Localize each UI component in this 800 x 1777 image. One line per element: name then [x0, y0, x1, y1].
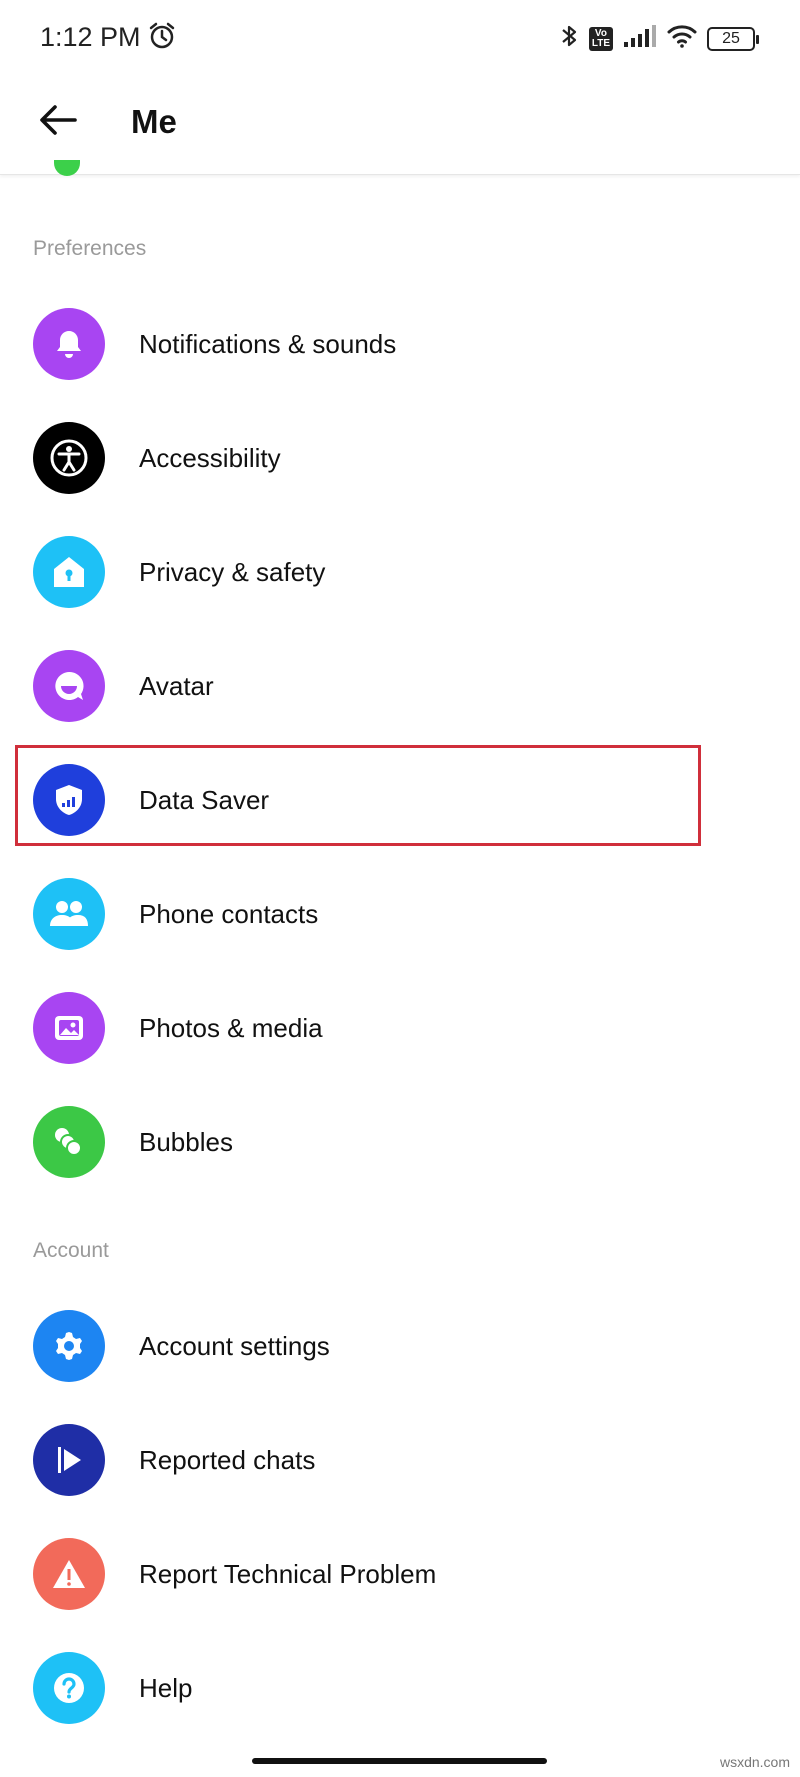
wifi-icon: [667, 24, 697, 53]
menu-item-label: Photos & media: [139, 1012, 323, 1043]
menu-item-label: Notifications & sounds: [139, 328, 397, 359]
status-time: 1:12 PM: [40, 22, 141, 52]
menu-item-bubbles[interactable]: Bubbles: [0, 1085, 800, 1199]
warning-icon: [33, 1538, 105, 1610]
bubbles-icon: [33, 1106, 105, 1178]
menu-item-reported-chats[interactable]: Reported chats: [0, 1403, 800, 1517]
accessibility-icon: [33, 422, 105, 494]
back-button[interactable]: [34, 98, 82, 146]
menu-item-account-settings[interactable]: Account settings: [0, 1289, 800, 1403]
menu-item-label: Data Saver: [139, 784, 270, 815]
battery-indicator: 25: [707, 26, 759, 51]
menu-item-avatar[interactable]: Avatar: [0, 629, 800, 743]
menu-item-help[interactable]: Help: [0, 1631, 800, 1745]
home-indicator[interactable]: [252, 1758, 547, 1764]
contacts-icon: [33, 878, 105, 950]
menu-item-label: Accessibility: [139, 442, 281, 473]
menu-item-report-technical-problem[interactable]: Report Technical Problem: [0, 1517, 800, 1631]
menu-item-photos-media[interactable]: Photos & media: [0, 971, 800, 1085]
menu-item-privacy-safety[interactable]: Privacy & safety: [0, 515, 800, 629]
shield-signal-icon: [33, 764, 105, 836]
menu-item-notifications[interactable]: Notifications & sounds: [0, 287, 800, 401]
help-icon: [33, 1652, 105, 1724]
menu-item-data-saver[interactable]: Data Saver: [0, 743, 800, 857]
menu-item-label: Report Technical Problem: [139, 1558, 437, 1589]
section-header-preferences: Preferences: [33, 237, 147, 260]
signal-icon: [623, 24, 657, 53]
menu-item-label: Avatar: [139, 670, 214, 701]
menu-item-label: Bubbles: [139, 1126, 233, 1157]
bell-icon: [33, 308, 105, 380]
menu-item-label: Help: [139, 1672, 193, 1703]
menu-item-label: Phone contacts: [139, 898, 319, 929]
menu-item-phone-contacts[interactable]: Phone contacts: [0, 857, 800, 971]
volte-icon: Vo LTE: [588, 26, 613, 51]
flag-icon: [33, 1424, 105, 1496]
back-arrow-icon: [39, 104, 77, 141]
section-header-account: Account: [33, 1239, 109, 1262]
menu-item-label: Privacy & safety: [139, 556, 326, 587]
app-bar: Me: [0, 80, 800, 175]
page-title: Me: [131, 103, 177, 140]
bluetooth-icon: [559, 22, 579, 55]
menu-item-label: Account settings: [139, 1330, 330, 1361]
menu-item-label: Reported chats: [139, 1444, 316, 1475]
menu-item-accessibility[interactable]: Accessibility: [0, 401, 800, 515]
status-bar: 1:12 PM Vo LTE 25: [0, 0, 800, 80]
alarm-icon: [148, 22, 176, 55]
home-lock-icon: [33, 536, 105, 608]
avatar-face-icon: [33, 650, 105, 722]
photo-icon: [33, 992, 105, 1064]
gear-icon: [33, 1310, 105, 1382]
watermark: wsxdn.com: [719, 1754, 790, 1770]
status-icons: Vo LTE 25: [559, 22, 759, 55]
